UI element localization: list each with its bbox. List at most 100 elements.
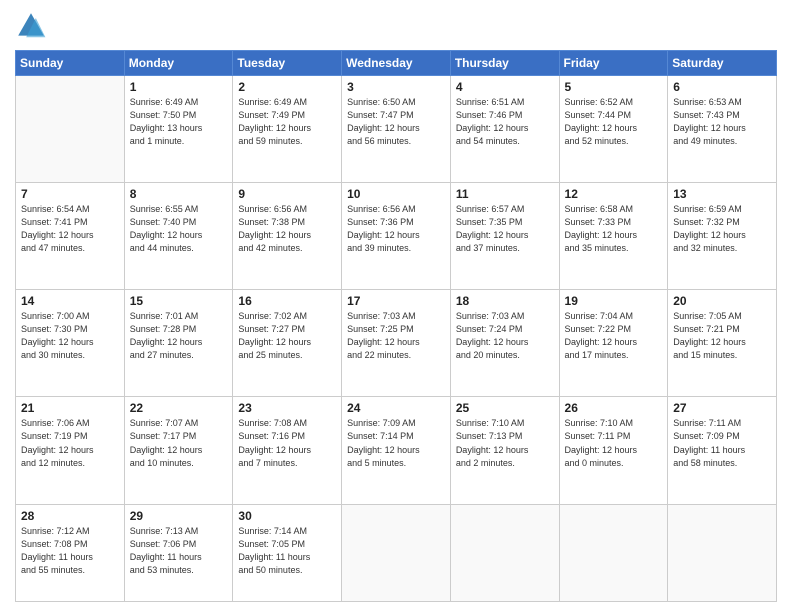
calendar-cell: 2 Sunrise: 6:49 AM Sunset: 7:49 PM Daylig… xyxy=(233,76,342,183)
calendar-cell: 14 Sunrise: 7:00 AM Sunset: 7:30 PM Dayli… xyxy=(16,290,125,397)
day-header-tuesday: Tuesday xyxy=(233,51,342,76)
calendar-week-2: 7 Sunrise: 6:54 AM Sunset: 7:41 PM Daylig… xyxy=(16,183,777,290)
day-number: 24 xyxy=(347,401,445,415)
day-info: Sunrise: 6:57 AM Sunset: 7:35 PM Dayligh… xyxy=(456,203,554,255)
calendar-table: SundayMondayTuesdayWednesdayThursdayFrid… xyxy=(15,50,777,602)
calendar-cell xyxy=(342,504,451,601)
day-number: 8 xyxy=(130,187,228,201)
calendar-cell: 24 Sunrise: 7:09 AM Sunset: 7:14 PM Dayli… xyxy=(342,397,451,504)
day-info: Sunrise: 7:08 AM Sunset: 7:16 PM Dayligh… xyxy=(238,417,336,469)
day-number: 13 xyxy=(673,187,771,201)
calendar-cell: 3Sunrise: 6:50 AM Sunset: 7:47 PM Daylig… xyxy=(342,76,451,183)
calendar-week-5: 28 Sunrise: 7:12 AM Sunset: 7:08 PM Dayli… xyxy=(16,504,777,601)
day-header-monday: Monday xyxy=(124,51,233,76)
header xyxy=(15,10,777,42)
calendar-cell: 22 Sunrise: 7:07 AM Sunset: 7:17 PM Dayli… xyxy=(124,397,233,504)
day-info: Sunrise: 6:50 AM Sunset: 7:47 PM Dayligh… xyxy=(347,96,445,148)
day-number: 12 xyxy=(565,187,663,201)
day-header-saturday: Saturday xyxy=(668,51,777,76)
calendar-cell: 23 Sunrise: 7:08 AM Sunset: 7:16 PM Dayli… xyxy=(233,397,342,504)
day-number: 5 xyxy=(565,80,663,94)
calendar-cell: 30 Sunrise: 7:14 AM Sunset: 7:05 PM Dayli… xyxy=(233,504,342,601)
page: SundayMondayTuesdayWednesdayThursdayFrid… xyxy=(0,0,792,612)
day-number: 9 xyxy=(238,187,336,201)
day-header-friday: Friday xyxy=(559,51,668,76)
day-info: Sunrise: 7:09 AM Sunset: 7:14 PM Dayligh… xyxy=(347,417,445,469)
calendar-cell: 28 Sunrise: 7:12 AM Sunset: 7:08 PM Dayli… xyxy=(16,504,125,601)
calendar-header-row: SundayMondayTuesdayWednesdayThursdayFrid… xyxy=(16,51,777,76)
day-number: 18 xyxy=(456,294,554,308)
day-number: 4 xyxy=(456,80,554,94)
calendar-week-3: 14 Sunrise: 7:00 AM Sunset: 7:30 PM Dayli… xyxy=(16,290,777,397)
calendar-cell: 10 Sunrise: 6:56 AM Sunset: 7:36 PM Dayli… xyxy=(342,183,451,290)
day-info: Sunrise: 6:59 AM Sunset: 7:32 PM Dayligh… xyxy=(673,203,771,255)
calendar-cell: 20 Sunrise: 7:05 AM Sunset: 7:21 PM Dayli… xyxy=(668,290,777,397)
calendar-cell: 29Sunrise: 7:13 AM Sunset: 7:06 PM Dayli… xyxy=(124,504,233,601)
day-number: 2 xyxy=(238,80,336,94)
day-info: Sunrise: 7:07 AM Sunset: 7:17 PM Dayligh… xyxy=(130,417,228,469)
day-info: Sunrise: 6:55 AM Sunset: 7:40 PM Dayligh… xyxy=(130,203,228,255)
day-number: 28 xyxy=(21,509,119,523)
day-number: 20 xyxy=(673,294,771,308)
day-number: 11 xyxy=(456,187,554,201)
day-info: Sunrise: 6:52 AM Sunset: 7:44 PM Dayligh… xyxy=(565,96,663,148)
day-info: Sunrise: 7:02 AM Sunset: 7:27 PM Dayligh… xyxy=(238,310,336,362)
day-info: Sunrise: 7:05 AM Sunset: 7:21 PM Dayligh… xyxy=(673,310,771,362)
calendar-cell: 16 Sunrise: 7:02 AM Sunset: 7:27 PM Dayli… xyxy=(233,290,342,397)
day-number: 15 xyxy=(130,294,228,308)
day-number: 19 xyxy=(565,294,663,308)
calendar-cell: 19 Sunrise: 7:04 AM Sunset: 7:22 PM Dayli… xyxy=(559,290,668,397)
day-number: 30 xyxy=(238,509,336,523)
calendar-cell xyxy=(668,504,777,601)
day-number: 25 xyxy=(456,401,554,415)
day-number: 22 xyxy=(130,401,228,415)
calendar-cell: 27Sunrise: 7:11 AM Sunset: 7:09 PM Dayli… xyxy=(668,397,777,504)
day-number: 21 xyxy=(21,401,119,415)
day-number: 26 xyxy=(565,401,663,415)
day-header-wednesday: Wednesday xyxy=(342,51,451,76)
calendar-cell: 25Sunrise: 7:10 AM Sunset: 7:13 PM Dayli… xyxy=(450,397,559,504)
day-info: Sunrise: 6:49 AM Sunset: 7:49 PM Dayligh… xyxy=(238,96,336,148)
day-number: 23 xyxy=(238,401,336,415)
calendar-cell: 9 Sunrise: 6:56 AM Sunset: 7:38 PM Daylig… xyxy=(233,183,342,290)
day-header-sunday: Sunday xyxy=(16,51,125,76)
day-number: 10 xyxy=(347,187,445,201)
calendar-week-4: 21 Sunrise: 7:06 AM Sunset: 7:19 PM Dayli… xyxy=(16,397,777,504)
day-number: 14 xyxy=(21,294,119,308)
logo xyxy=(15,10,51,42)
day-info: Sunrise: 7:10 AM Sunset: 7:11 PM Dayligh… xyxy=(565,417,663,469)
calendar-cell: 7 Sunrise: 6:54 AM Sunset: 7:41 PM Daylig… xyxy=(16,183,125,290)
day-number: 17 xyxy=(347,294,445,308)
calendar-cell: 4 Sunrise: 6:51 AM Sunset: 7:46 PM Daylig… xyxy=(450,76,559,183)
calendar-cell xyxy=(559,504,668,601)
calendar-cell: 17 Sunrise: 7:03 AM Sunset: 7:25 PM Dayli… xyxy=(342,290,451,397)
calendar-cell: 21 Sunrise: 7:06 AM Sunset: 7:19 PM Dayli… xyxy=(16,397,125,504)
day-info: Sunrise: 6:56 AM Sunset: 7:36 PM Dayligh… xyxy=(347,203,445,255)
day-info: Sunrise: 6:49 AM Sunset: 7:50 PM Dayligh… xyxy=(130,96,228,148)
day-info: Sunrise: 7:06 AM Sunset: 7:19 PM Dayligh… xyxy=(21,417,119,469)
calendar-cell: 12 Sunrise: 6:58 AM Sunset: 7:33 PM Dayli… xyxy=(559,183,668,290)
day-header-thursday: Thursday xyxy=(450,51,559,76)
day-info: Sunrise: 7:12 AM Sunset: 7:08 PM Dayligh… xyxy=(21,525,119,577)
day-info: Sunrise: 6:58 AM Sunset: 7:33 PM Dayligh… xyxy=(565,203,663,255)
day-info: Sunrise: 7:03 AM Sunset: 7:24 PM Dayligh… xyxy=(456,310,554,362)
calendar-cell: 15Sunrise: 7:01 AM Sunset: 7:28 PM Dayli… xyxy=(124,290,233,397)
day-info: Sunrise: 7:13 AM Sunset: 7:06 PM Dayligh… xyxy=(130,525,228,577)
day-info: Sunrise: 7:00 AM Sunset: 7:30 PM Dayligh… xyxy=(21,310,119,362)
calendar-cell: 6Sunrise: 6:53 AM Sunset: 7:43 PM Daylig… xyxy=(668,76,777,183)
day-info: Sunrise: 7:04 AM Sunset: 7:22 PM Dayligh… xyxy=(565,310,663,362)
day-number: 16 xyxy=(238,294,336,308)
day-number: 27 xyxy=(673,401,771,415)
day-info: Sunrise: 6:51 AM Sunset: 7:46 PM Dayligh… xyxy=(456,96,554,148)
day-info: Sunrise: 7:03 AM Sunset: 7:25 PM Dayligh… xyxy=(347,310,445,362)
calendar-cell xyxy=(16,76,125,183)
day-number: 7 xyxy=(21,187,119,201)
calendar-cell: 13 Sunrise: 6:59 AM Sunset: 7:32 PM Dayli… xyxy=(668,183,777,290)
calendar-cell: 1Sunrise: 6:49 AM Sunset: 7:50 PM Daylig… xyxy=(124,76,233,183)
calendar-cell: 11 Sunrise: 6:57 AM Sunset: 7:35 PM Dayli… xyxy=(450,183,559,290)
calendar-cell: 5 Sunrise: 6:52 AM Sunset: 7:44 PM Daylig… xyxy=(559,76,668,183)
day-info: Sunrise: 6:54 AM Sunset: 7:41 PM Dayligh… xyxy=(21,203,119,255)
day-info: Sunrise: 6:56 AM Sunset: 7:38 PM Dayligh… xyxy=(238,203,336,255)
day-info: Sunrise: 7:14 AM Sunset: 7:05 PM Dayligh… xyxy=(238,525,336,577)
calendar-cell xyxy=(450,504,559,601)
